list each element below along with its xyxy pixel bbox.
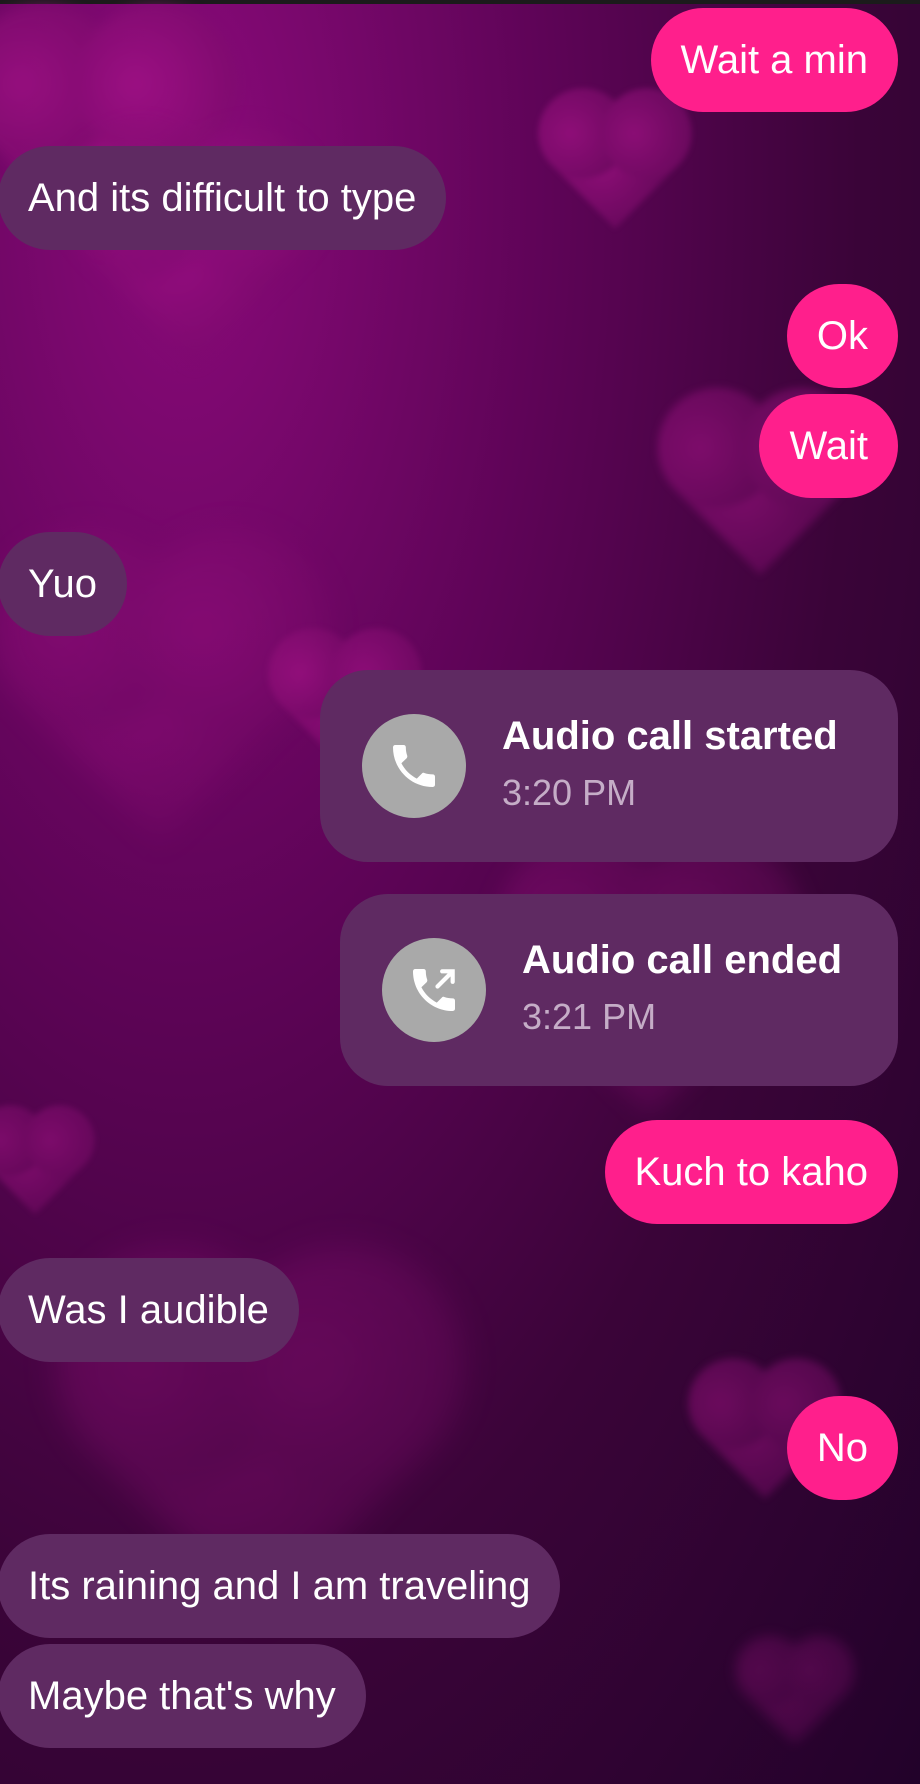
call-time: 3:21 PM [522,996,657,1037]
heart-decoration [745,1645,845,1745]
call-title: Audio call started [502,714,838,758]
message-bubble-received[interactable]: Was I audible [0,1258,299,1362]
message-bubble-sent[interactable]: Wait [759,394,898,498]
phone-outgoing-icon [382,938,486,1042]
message-bubble-received[interactable]: And its difficult to type [0,146,447,250]
call-event-card[interactable]: Audio call started 3:20 PM [320,670,898,862]
heart-decoration [551,101,679,229]
message-bubble-sent[interactable]: Wait a min [650,8,898,112]
status-bar-edge [0,0,920,4]
message-bubble-sent[interactable]: Ok [786,284,898,388]
call-event-card[interactable]: Audio call ended 3:21 PM [340,894,898,1086]
heart-decoration [0,1115,85,1215]
message-bubble-received[interactable]: Its raining and I am traveling [0,1534,561,1638]
message-bubble-sent[interactable]: No [786,1396,898,1500]
call-time: 3:20 PM [502,772,637,813]
message-bubble-received[interactable]: Yuo [0,532,127,636]
phone-icon [362,714,466,818]
message-bubble-sent[interactable]: Kuch to kaho [604,1120,898,1224]
call-title: Audio call ended [522,938,843,982]
message-bubble-received[interactable]: Maybe that's why [0,1644,366,1748]
